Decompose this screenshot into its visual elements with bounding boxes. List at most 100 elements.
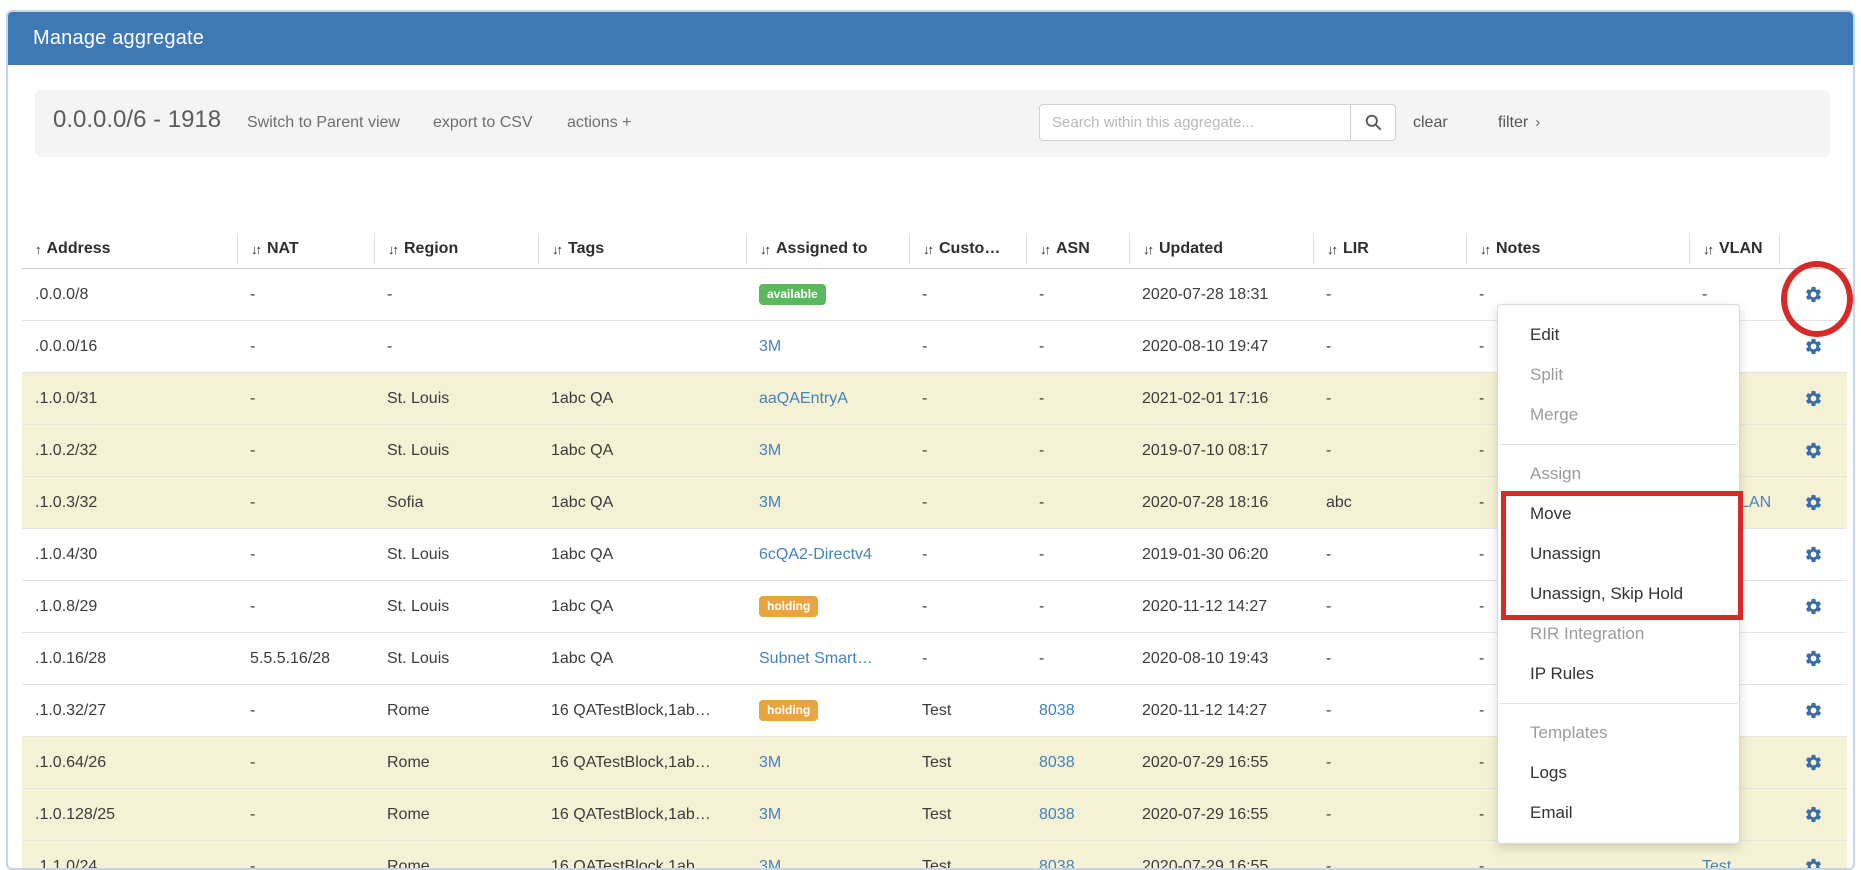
table-row: .1.1.0/24-Rome16 QATestBlock,1ab…3MTest8… xyxy=(22,841,1847,870)
column-header-vlan[interactable]: ↓↑VLAN xyxy=(1689,234,1779,264)
column-label: Assigned to xyxy=(776,240,868,258)
menu-item-unassign[interactable]: Unassign xyxy=(1498,534,1739,574)
cell-updated: 2019-01-30 06:20 xyxy=(1129,546,1313,564)
column-label: Custo… xyxy=(939,240,1000,258)
gear-icon[interactable] xyxy=(1804,857,1823,870)
filter-link[interactable]: filter› xyxy=(1498,114,1540,132)
cell-actions xyxy=(1779,805,1847,824)
asn-link[interactable]: 8038 xyxy=(1039,702,1075,719)
menu-item-edit[interactable]: Edit xyxy=(1498,315,1739,355)
assigned-link[interactable]: 3M xyxy=(759,806,781,823)
column-header-tags[interactable]: ↓↑Tags xyxy=(538,234,746,264)
cell-region: St. Louis xyxy=(374,650,538,668)
cell-actions xyxy=(1779,493,1847,512)
cell-customer: - xyxy=(909,598,1026,616)
column-header-assigned[interactable]: ↓↑Assigned to xyxy=(746,234,909,264)
column-header-actions xyxy=(1779,234,1847,264)
menu-item-email[interactable]: Email xyxy=(1498,793,1739,833)
menu-item-logs[interactable]: Logs xyxy=(1498,753,1739,793)
cell-region: Rome xyxy=(374,806,538,824)
cell-region: St. Louis xyxy=(374,390,538,408)
vlan-link[interactable]: Test xyxy=(1702,858,1731,870)
cell-lir: - xyxy=(1313,442,1466,460)
sort-both-icon: ↓↑ xyxy=(251,242,260,257)
column-header-lir[interactable]: ↓↑LIR xyxy=(1313,234,1466,264)
assigned-link[interactable]: 3M xyxy=(759,442,781,459)
asn-link[interactable]: 8038 xyxy=(1039,806,1075,823)
sort-both-icon: ↓↑ xyxy=(1327,242,1336,257)
assigned-link[interactable]: 3M xyxy=(759,338,781,355)
cell-lir: abc xyxy=(1313,494,1466,512)
asn-link[interactable]: 8038 xyxy=(1039,858,1075,870)
column-label: VLAN xyxy=(1719,240,1763,258)
column-label: Region xyxy=(404,240,458,258)
gear-icon[interactable] xyxy=(1804,337,1823,356)
cell-tags: 1abc QA xyxy=(538,390,746,408)
column-header-region[interactable]: ↓↑Region xyxy=(374,234,538,264)
cell-assigned: Subnet Smart… xyxy=(746,650,909,668)
column-header-address[interactable]: ↑Address xyxy=(22,234,237,264)
menu-item-templates[interactable]: Templates xyxy=(1498,713,1739,753)
column-header-updated[interactable]: ↓↑Updated xyxy=(1129,234,1313,264)
cell-asn: 8038 xyxy=(1026,806,1129,824)
cell-nat: - xyxy=(237,598,374,616)
search-input[interactable] xyxy=(1039,104,1351,141)
export-to-csv-link[interactable]: export to CSV xyxy=(433,114,533,132)
gear-icon[interactable] xyxy=(1804,701,1823,720)
menu-item-ip-rules[interactable]: IP Rules xyxy=(1498,654,1739,694)
cell-assigned: available xyxy=(746,284,909,305)
gear-icon[interactable] xyxy=(1804,441,1823,460)
cell-asn: - xyxy=(1026,390,1129,408)
assigned-link[interactable]: 3M xyxy=(759,858,781,870)
cell-tags: 1abc QA xyxy=(538,546,746,564)
cell-address: .1.0.0/31 xyxy=(22,390,237,408)
gear-icon[interactable] xyxy=(1804,805,1823,824)
menu-item-rir-integration[interactable]: RIR Integration xyxy=(1498,614,1739,654)
actions-menu-link[interactable]: actions + xyxy=(567,114,631,132)
cell-updated: 2020-08-10 19:47 xyxy=(1129,338,1313,356)
vlan-link[interactable]: LAN xyxy=(1740,494,1771,511)
row-actions-context-menu: EditSplitMerge AssignMoveUnassignUnassign… xyxy=(1497,304,1740,844)
cell-lir: - xyxy=(1313,754,1466,772)
cell-updated: 2021-02-01 17:16 xyxy=(1129,390,1313,408)
asn-link[interactable]: 8038 xyxy=(1039,754,1075,771)
cell-asn: - xyxy=(1026,650,1129,668)
gear-icon[interactable] xyxy=(1804,649,1823,668)
column-header-notes[interactable]: ↓↑Notes xyxy=(1466,234,1689,264)
gear-icon[interactable] xyxy=(1804,493,1823,512)
cell-actions xyxy=(1779,649,1847,668)
cell-region: Rome xyxy=(374,858,538,870)
menu-item-split[interactable]: Split xyxy=(1498,355,1739,395)
switch-to-parent-view-link[interactable]: Switch to Parent view xyxy=(247,114,400,132)
menu-divider xyxy=(1499,444,1738,445)
column-header-asn[interactable]: ↓↑ASN xyxy=(1026,234,1129,264)
menu-item-unassign-skip-hold[interactable]: Unassign, Skip Hold xyxy=(1498,574,1739,614)
sort-both-icon: ↓↑ xyxy=(552,242,561,257)
search-button[interactable] xyxy=(1350,104,1396,141)
gear-icon[interactable] xyxy=(1804,389,1823,408)
menu-item-merge[interactable]: Merge xyxy=(1498,395,1739,435)
cell-address: .0.0.0/8 xyxy=(22,286,237,304)
cell-address: .1.0.64/26 xyxy=(22,754,237,772)
menu-item-assign[interactable]: Assign xyxy=(1498,454,1739,494)
gear-icon[interactable] xyxy=(1804,597,1823,616)
assigned-link[interactable]: Subnet Smart… xyxy=(759,650,873,667)
menu-item-move[interactable]: Move xyxy=(1498,494,1739,534)
cell-updated: 2020-07-29 16:55 xyxy=(1129,858,1313,870)
assigned-link[interactable]: 6cQA2-Directv4 xyxy=(759,546,872,563)
clear-search-link[interactable]: clear xyxy=(1413,114,1448,132)
cell-asn: - xyxy=(1026,338,1129,356)
column-header-nat[interactable]: ↓↑NAT xyxy=(237,234,374,264)
gear-icon[interactable] xyxy=(1804,285,1823,304)
column-header-customer[interactable]: ↓↑Custo… xyxy=(909,234,1026,264)
cell-updated: 2020-08-10 19:43 xyxy=(1129,650,1313,668)
assigned-link[interactable]: aaQAEntryA xyxy=(759,390,848,407)
gear-icon[interactable] xyxy=(1804,545,1823,564)
gear-icon[interactable] xyxy=(1804,753,1823,772)
assigned-link[interactable]: 3M xyxy=(759,754,781,771)
cell-lir: - xyxy=(1313,650,1466,668)
assigned-link[interactable]: 3M xyxy=(759,494,781,511)
cell-address: .1.0.2/32 xyxy=(22,442,237,460)
cell-assigned: 3M xyxy=(746,442,909,460)
cell-tags: 1abc QA xyxy=(538,598,746,616)
